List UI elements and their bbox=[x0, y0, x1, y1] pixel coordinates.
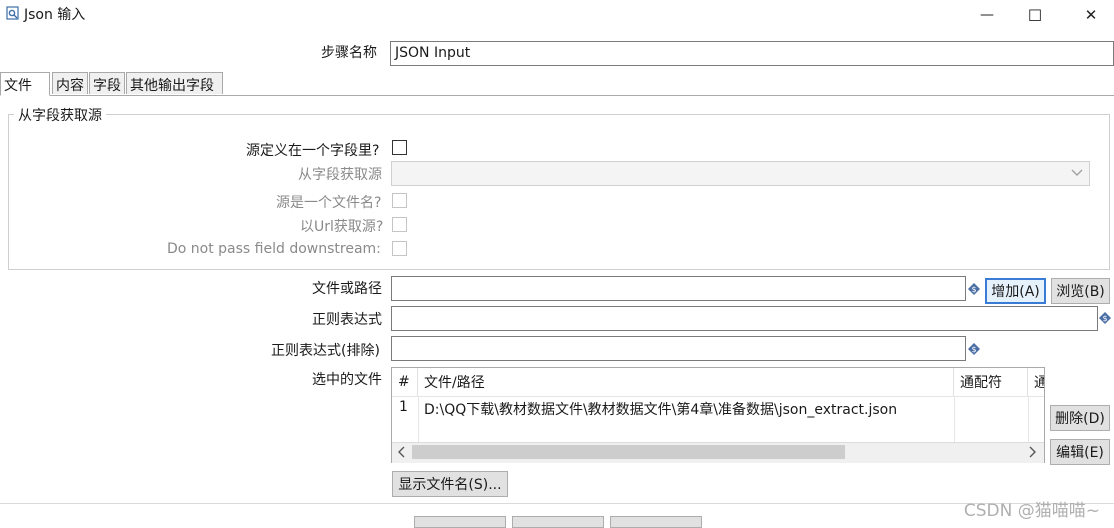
row-path: D:\QQ下载\教材数据文件\教材数据文件\第4章\准备数据\json_extr… bbox=[424, 402, 898, 418]
read-url-label: 以Url获取源? bbox=[300, 219, 384, 235]
app-icon bbox=[6, 6, 19, 20]
tab-fields[interactable]: 字段 bbox=[89, 72, 125, 94]
svg-text:$: $ bbox=[971, 285, 976, 294]
chevron-right-icon[interactable] bbox=[1027, 446, 1037, 458]
source-in-field-checkbox[interactable] bbox=[392, 140, 407, 155]
watermark: CSDN @猫喵喵~ bbox=[963, 501, 1100, 521]
column-header-path[interactable]: 文件/路径 bbox=[418, 368, 954, 396]
ok-button[interactable] bbox=[414, 516, 506, 528]
chevron-down-icon bbox=[1071, 169, 1083, 176]
add-button[interactable]: 增加(A) bbox=[985, 278, 1046, 304]
preview-button[interactable] bbox=[512, 516, 604, 528]
close-icon: ✕ bbox=[1084, 6, 1098, 24]
do-not-pass-checkbox[interactable] bbox=[392, 241, 407, 256]
regex-label: 正则表达式 bbox=[312, 312, 382, 328]
minimize-icon: — bbox=[980, 7, 994, 23]
regex-input[interactable] bbox=[391, 306, 1098, 331]
from-field-label: 从字段获取源 bbox=[298, 167, 382, 183]
svg-text:$: $ bbox=[1102, 314, 1107, 323]
from-field-select[interactable] bbox=[391, 161, 1090, 186]
browse-button[interactable]: 浏览(B) bbox=[1051, 278, 1110, 304]
maximize-button[interactable]: ☐ bbox=[1012, 0, 1058, 30]
window-title: Json 输入 bbox=[24, 7, 86, 23]
table-row[interactable]: 1 D:\QQ下载\教材数据文件\教材数据文件\第4章\准备数据\json_ex… bbox=[392, 397, 1044, 421]
regex-exclude-label: 正则表达式(排除) bbox=[271, 343, 380, 359]
footer-divider bbox=[0, 503, 1114, 504]
column-header-wildcard[interactable]: 通配符 bbox=[954, 368, 1028, 396]
regex-exclude-input[interactable] bbox=[391, 336, 966, 361]
title-bar bbox=[0, 0, 1114, 30]
variable-icon: $ bbox=[968, 283, 980, 295]
row-index: 1 bbox=[399, 399, 408, 415]
scrollbar-thumb[interactable] bbox=[412, 445, 845, 459]
chevron-left-icon[interactable] bbox=[397, 446, 407, 458]
minimize-button[interactable]: — bbox=[964, 0, 1010, 30]
close-button[interactable]: ✕ bbox=[1068, 0, 1114, 30]
svg-text:$: $ bbox=[971, 345, 976, 354]
source-group-title: 从字段获取源 bbox=[14, 105, 106, 125]
file-path-input[interactable] bbox=[391, 276, 966, 301]
maximize-icon: ☐ bbox=[1027, 5, 1043, 25]
column-header-index[interactable]: # bbox=[392, 368, 418, 396]
step-name-input[interactable]: JSON Input bbox=[390, 41, 1114, 66]
source-is-filename-checkbox[interactable] bbox=[392, 193, 407, 208]
step-name-label: 步骤名称 bbox=[321, 45, 377, 61]
edit-button[interactable]: 编辑(E) bbox=[1050, 439, 1110, 465]
file-path-label: 文件或路径 bbox=[312, 281, 382, 297]
tab-file[interactable]: 文件 bbox=[0, 72, 50, 96]
variable-icon: $ bbox=[1099, 312, 1111, 324]
cancel-button[interactable] bbox=[610, 516, 702, 528]
read-url-checkbox[interactable] bbox=[392, 217, 407, 232]
source-is-filename-label: 源是一个文件名? bbox=[276, 195, 382, 211]
show-filenames-button[interactable]: 显示文件名(S)... bbox=[392, 471, 508, 497]
do-not-pass-label: Do not pass field downstream: bbox=[167, 241, 381, 257]
tab-content[interactable]: 内容 bbox=[52, 72, 88, 94]
selected-files-label: 选中的文件 bbox=[312, 372, 382, 388]
tab-other-output-fields[interactable]: 其他输出字段 bbox=[126, 72, 223, 94]
source-in-field-label: 源定义在一个字段里? bbox=[246, 143, 380, 159]
column-header-extra[interactable]: 通 bbox=[1028, 368, 1044, 396]
variable-icon: $ bbox=[968, 343, 980, 355]
delete-button[interactable]: 删除(D) bbox=[1050, 405, 1110, 431]
